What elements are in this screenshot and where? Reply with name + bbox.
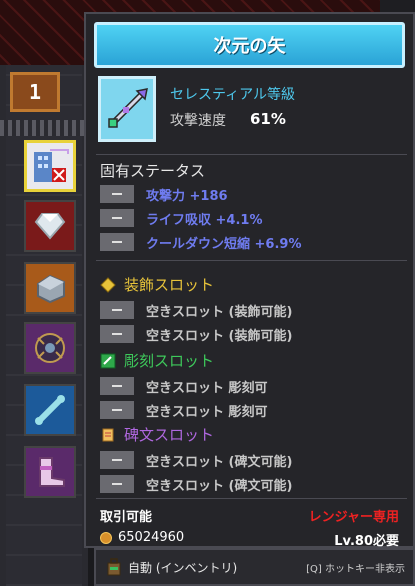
- bag-icon: [107, 558, 121, 576]
- fixed-stat-text: クールダウン短縮 +6.9%: [146, 236, 302, 252]
- item-name: 次元の矢: [213, 36, 286, 57]
- inventory-counter-value: 1: [28, 80, 42, 104]
- rune-slot-row: 空きスロット (碑文可能): [100, 450, 292, 470]
- coin-icon: [100, 531, 112, 544]
- inventory-slot-stone[interactable]: [24, 262, 76, 314]
- fixed-stat-row: 攻撃力 +186: [100, 184, 228, 204]
- class-requirement: レンジャー専用: [308, 510, 399, 525]
- armor-icon: [35, 333, 65, 363]
- dash-icon: [100, 451, 134, 469]
- dash-icon: [100, 401, 134, 419]
- divider: [96, 260, 407, 261]
- rune-slot-text: 空きスロット (碑文可能): [146, 454, 293, 470]
- divider: [96, 498, 407, 499]
- inventory-counter[interactable]: 1: [10, 72, 60, 112]
- scroll-icon: [102, 428, 114, 441]
- dash-icon: [100, 475, 134, 493]
- item-title-bar: 次元の矢: [94, 22, 405, 68]
- decorative-border: [0, 120, 88, 136]
- diamond-icon: [34, 213, 66, 240]
- bone-icon: [35, 395, 65, 425]
- item-tooltip: 次元の矢 セレスティアル等級 攻撃速度 61% 固有ステータス 攻撃力 +186…: [84, 12, 415, 549]
- rune-slot-row: 空きスロット (碑文可能): [100, 474, 292, 494]
- accessory-slot-row: 空きスロット (装飾可能): [100, 300, 292, 320]
- attack-speed-value: 61%: [250, 110, 286, 128]
- accessory-slot-row: 空きスロット (装飾可能): [100, 324, 292, 344]
- dash-icon: [100, 209, 134, 227]
- bottom-bar: 自動 (インベントリ) [Q] ホットキー非表示: [94, 548, 415, 586]
- boots-icon: [39, 457, 65, 487]
- engrave-slot-header: 彫刻スロット: [100, 350, 214, 371]
- dash-icon: [100, 185, 134, 203]
- inventory-slot-armor[interactable]: [24, 322, 76, 374]
- accessory-icon: [100, 276, 116, 293]
- accessory-slot-text: 空きスロット (装飾可能): [146, 328, 293, 344]
- inventory-slot-bone[interactable]: [24, 384, 76, 436]
- attack-speed-label: 攻撃速度: [170, 113, 226, 129]
- rune-slot-title: 碑文スロット: [124, 426, 215, 444]
- item-grade: セレスティアル等級: [170, 87, 296, 103]
- engrave-slot-text: 空きスロット 彫刻可: [146, 404, 268, 420]
- tradable-label: 取引可能: [100, 510, 153, 525]
- dash-icon: [100, 301, 134, 319]
- fixed-status-header: 固有ステータス: [100, 162, 206, 180]
- accessory-slot-title: 装飾スロット: [124, 276, 215, 294]
- price-row: 65024960: [100, 530, 184, 545]
- engrave-slot-row: 空きスロット 彫刻可: [100, 400, 268, 420]
- dash-icon: [100, 377, 134, 395]
- engrave-slot-row: 空きスロット 彫刻可: [100, 376, 268, 396]
- price-value: 65024960: [118, 530, 185, 545]
- fixed-stat-text: ライフ吸収 +4.1%: [146, 212, 263, 228]
- engrave-slot-text: 空きスロット 彫刻可: [146, 380, 268, 396]
- stone-block-icon: [37, 274, 65, 304]
- dash-icon: [100, 325, 134, 343]
- dash-icon: [100, 233, 134, 251]
- inventory-slot-gem[interactable]: [24, 200, 76, 252]
- inventory-slot-boots[interactable]: [24, 446, 76, 498]
- accessory-slot-header: 装飾スロット: [100, 274, 214, 295]
- accessory-slot-text: 空きスロット (装飾可能): [146, 304, 293, 320]
- fixed-stat-row: クールダウン短縮 +6.9%: [100, 232, 301, 252]
- engrave-slot-title: 彫刻スロット: [124, 352, 215, 370]
- dimension-arrow-icon: [108, 88, 148, 128]
- level-requirement: Lv.80必要: [334, 534, 399, 549]
- fixed-stat-text: 攻撃力 +186: [146, 188, 228, 204]
- engrave-icon: [100, 353, 116, 368]
- rune-slot-header: 碑文スロット: [100, 424, 214, 445]
- fixed-stat-row: ライフ吸収 +4.1%: [100, 208, 262, 228]
- auto-inventory-button[interactable]: 自動 (インベントリ): [128, 559, 237, 576]
- rune-slot-text: 空きスロット (碑文可能): [146, 478, 293, 494]
- arrow-quiver-icon: [34, 149, 69, 182]
- inventory-slot-arrow[interactable]: [24, 140, 76, 192]
- divider: [96, 154, 407, 155]
- hotkey-hide-label[interactable]: [Q] ホットキー非表示: [306, 560, 405, 575]
- item-icon-frame: [98, 76, 156, 142]
